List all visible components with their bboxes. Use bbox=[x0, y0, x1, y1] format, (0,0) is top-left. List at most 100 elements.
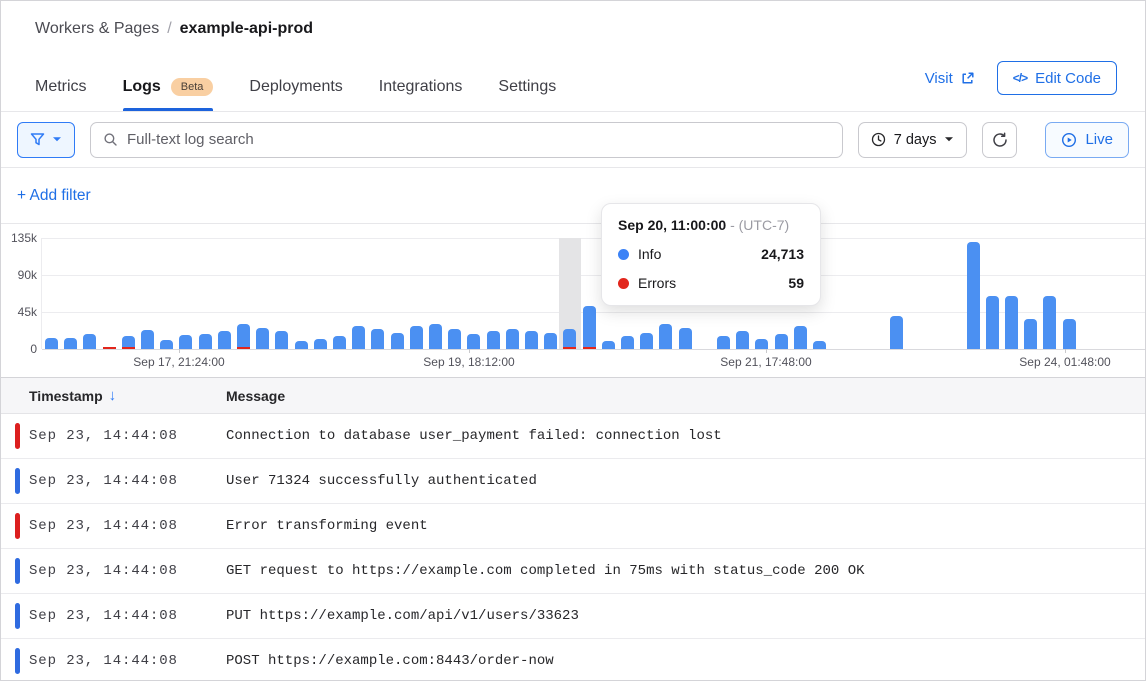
tooltip-series-name: Info bbox=[638, 246, 661, 262]
chart-bar[interactable] bbox=[621, 336, 634, 349]
table-row[interactable]: Sep 23, 14:44:08Connection to database u… bbox=[1, 414, 1145, 459]
chart-bar[interactable] bbox=[1063, 319, 1076, 349]
y-axis-label: 0 bbox=[1, 342, 37, 356]
chart-bar[interactable] bbox=[775, 334, 788, 349]
chart-bar[interactable] bbox=[717, 336, 730, 349]
chart-bar[interactable] bbox=[141, 330, 154, 349]
tab-label: Metrics bbox=[35, 78, 87, 96]
table-row[interactable]: Sep 23, 14:44:08POST https://example.com… bbox=[1, 639, 1145, 681]
log-search-box bbox=[90, 122, 843, 158]
chart-bar[interactable] bbox=[794, 326, 807, 349]
tab-settings[interactable]: Settings bbox=[498, 78, 556, 111]
chart-bar[interactable] bbox=[391, 333, 404, 349]
log-timestamp: Sep 23, 14:44:08 bbox=[20, 563, 226, 579]
search-input[interactable] bbox=[127, 131, 830, 148]
edit-code-button[interactable]: </> Edit Code bbox=[997, 61, 1117, 95]
chart-bar[interactable] bbox=[371, 329, 384, 349]
x-axis-tick bbox=[179, 349, 180, 353]
chart-bar-error-segment bbox=[583, 347, 596, 349]
chart-bar[interactable] bbox=[890, 316, 903, 349]
column-header-timestamp[interactable]: Timestamp ↓ bbox=[1, 387, 226, 404]
chart-bar[interactable] bbox=[122, 336, 135, 349]
tab-integrations[interactable]: Integrations bbox=[379, 78, 463, 111]
chart-bar[interactable] bbox=[986, 296, 999, 349]
chart-bar[interactable] bbox=[967, 242, 980, 349]
time-range-dropdown[interactable]: 7 days bbox=[858, 122, 968, 158]
filter-dropdown-button[interactable] bbox=[17, 122, 75, 158]
log-timestamp: Sep 23, 14:44:08 bbox=[20, 608, 226, 624]
chart-bar[interactable] bbox=[755, 339, 768, 349]
add-filter-button[interactable]: + Add filter bbox=[17, 187, 91, 205]
tab-metrics[interactable]: Metrics bbox=[35, 78, 87, 111]
x-axis-label: Sep 17, 21:24:00 bbox=[104, 355, 254, 369]
chart-bar[interactable] bbox=[314, 339, 327, 349]
chart-bar[interactable] bbox=[659, 324, 672, 349]
log-message: PUT https://example.com/api/v1/users/336… bbox=[226, 608, 579, 624]
live-button[interactable]: Live bbox=[1045, 122, 1129, 158]
chart-bar[interactable] bbox=[525, 331, 538, 349]
chart-bar[interactable] bbox=[544, 333, 557, 349]
chart-bar[interactable] bbox=[352, 326, 365, 349]
time-range-label: 7 days bbox=[894, 132, 937, 148]
chart-bar[interactable] bbox=[1005, 296, 1018, 349]
log-timestamp: Sep 23, 14:44:08 bbox=[20, 653, 226, 669]
breadcrumb-section[interactable]: Workers & Pages bbox=[35, 20, 159, 38]
edit-code-label: Edit Code bbox=[1035, 70, 1101, 87]
chart-bar[interactable] bbox=[602, 341, 615, 349]
chart-bar[interactable] bbox=[160, 340, 173, 349]
table-row[interactable]: Sep 23, 14:44:08User 71324 successfully … bbox=[1, 459, 1145, 504]
log-message: Connection to database user_payment fail… bbox=[226, 428, 722, 444]
workers-pages-logs-page: Workers & Pages / example-api-prod Metri… bbox=[0, 0, 1146, 681]
info-legend-dot bbox=[618, 249, 629, 260]
chart-bar[interactable] bbox=[679, 328, 692, 349]
chart-bar-error-segment bbox=[103, 347, 116, 349]
breadcrumb-current: example-api-prod bbox=[180, 20, 313, 38]
chart-bar[interactable] bbox=[487, 331, 500, 349]
play-circle-icon bbox=[1061, 132, 1077, 148]
chart-bar[interactable] bbox=[333, 336, 346, 349]
chart-bar[interactable] bbox=[467, 334, 480, 349]
chart-bar[interactable] bbox=[237, 324, 250, 349]
chart-bar[interactable] bbox=[410, 326, 423, 349]
chart-bar[interactable] bbox=[218, 331, 231, 349]
tab-deployments[interactable]: Deployments bbox=[249, 78, 342, 111]
chart-bar[interactable] bbox=[103, 347, 116, 349]
chart-bar[interactable] bbox=[83, 334, 96, 349]
table-row[interactable]: Sep 23, 14:44:08GET request to https://e… bbox=[1, 549, 1145, 594]
y-axis-label: 90k bbox=[1, 268, 37, 282]
chart-bar[interactable] bbox=[256, 328, 269, 349]
table-row[interactable]: Sep 23, 14:44:08Error transforming event bbox=[1, 504, 1145, 549]
refresh-button[interactable] bbox=[982, 122, 1017, 158]
chart-bar[interactable] bbox=[506, 329, 519, 349]
chart-bar[interactable] bbox=[1043, 296, 1056, 349]
chart-bar[interactable] bbox=[64, 338, 77, 349]
chart-bar[interactable] bbox=[295, 341, 308, 349]
chart-bar[interactable] bbox=[429, 324, 442, 349]
chart-bar[interactable] bbox=[448, 329, 461, 349]
chart-bar[interactable] bbox=[199, 334, 212, 349]
x-axis-tick bbox=[1065, 349, 1066, 353]
tab-logs[interactable]: LogsBeta bbox=[123, 78, 214, 111]
chart-bar[interactable] bbox=[583, 306, 596, 349]
sort-desc-icon[interactable]: ↓ bbox=[109, 387, 117, 404]
column-header-message[interactable]: Message bbox=[226, 388, 285, 404]
chart-bar[interactable] bbox=[179, 335, 192, 349]
chart-bar[interactable] bbox=[736, 331, 749, 349]
chart-bar[interactable] bbox=[275, 331, 288, 349]
log-table-header: Timestamp ↓ Message bbox=[1, 378, 1145, 414]
tooltip-series-value: 59 bbox=[788, 275, 804, 291]
chevron-down-icon bbox=[944, 136, 954, 143]
chart-bar[interactable] bbox=[1024, 319, 1037, 349]
chart-bar[interactable] bbox=[563, 329, 576, 349]
visit-link[interactable]: Visit bbox=[925, 70, 975, 87]
chart-bar[interactable] bbox=[813, 341, 826, 349]
chart-bar[interactable] bbox=[640, 333, 653, 349]
tab-label: Logs bbox=[123, 78, 161, 96]
page-header: Workers & Pages / example-api-prod Metri… bbox=[1, 1, 1145, 112]
x-axis-label: Sep 21, 17:48:00 bbox=[691, 355, 841, 369]
tab-label: Deployments bbox=[249, 78, 342, 96]
log-message: User 71324 successfully authenticated bbox=[226, 473, 537, 489]
table-row[interactable]: Sep 23, 14:44:08PUT https://example.com/… bbox=[1, 594, 1145, 639]
chart-bar[interactable] bbox=[45, 338, 58, 349]
chevron-down-icon bbox=[52, 136, 62, 143]
